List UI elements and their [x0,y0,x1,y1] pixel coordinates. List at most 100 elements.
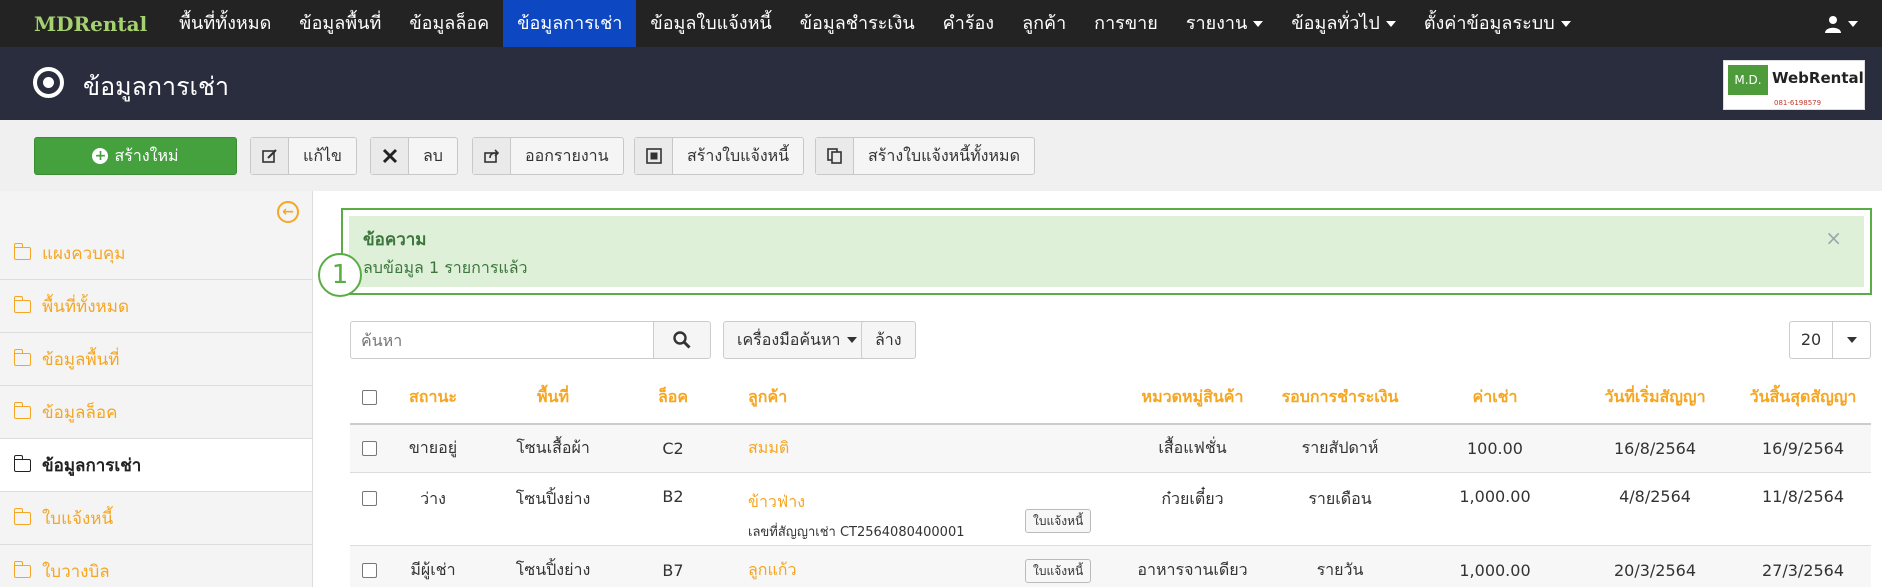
create-button[interactable]: + สร้างใหม่ [34,137,237,175]
cell-start-date: 16/8/2564 [1613,439,1697,458]
folder-icon [13,295,31,313]
cell-rent: 100.00 [1467,439,1523,458]
contract-number: เลขที่สัญญาเช่า CT2564080400001 [748,525,965,540]
header-category[interactable]: หมวดหมู่สินค้า [1120,371,1265,423]
search-input[interactable] [350,321,654,359]
table-row[interactable]: ว่าง โซนปิ้งย่าง B2 ข้าวฟ่าง เลขที่สัญญา… [350,473,1871,546]
cell-payment-cycle: รายสัปดาห์ [1301,438,1379,457]
select-all-checkbox-cell [350,371,388,423]
sidebar-item-area-info[interactable]: ข้อมูลพื้นที่ [0,333,312,386]
nav-item-reports[interactable]: รายงาน [1172,0,1278,47]
folder-icon [13,242,31,260]
cell-customer-link[interactable]: ลูกแก้ว [748,546,948,587]
sidebar-item-label: ใบวางบิล [42,561,110,582]
header-start-date[interactable]: วันที่เริ่มสัญญา [1575,371,1735,423]
nav-item-rental-info[interactable]: ข้อมูลการเช่า [503,0,637,47]
delete-button[interactable]: ลบ [370,137,458,175]
nav-item-invoice-info[interactable]: ข้อมูลใบแจ้งหนี้ [636,0,785,47]
cell-area: โซนปิ้งย่าง [515,489,591,508]
top-navbar: MDRental พื้นที่ทั้งหมด ข้อมูลพื้นที่ ข้… [0,0,1882,47]
caret-down-icon [1848,20,1858,27]
row-checkbox[interactable] [361,441,377,456]
sidebar-item-rental-info[interactable]: ข้อมูลการเช่า [0,439,312,492]
sidebar-item-all-areas[interactable]: พื้นที่ทั้งหมด [0,280,312,333]
export-button-label: ออกรายงาน [525,145,609,165]
header-status[interactable]: สถานะ [388,371,478,423]
sidebar-item-label: พื้นที่ทั้งหมด [42,296,129,317]
folder-icon [13,560,31,578]
search-button[interactable] [653,321,711,359]
page-title: ข้อมูลการเช่า [83,72,230,101]
cell-status: มีผู้เช่า [410,560,456,579]
nav-item-customers[interactable]: ลูกค้า [1008,0,1080,47]
cell-start-date: 4/8/2564 [1619,487,1691,506]
nav-item-system-settings[interactable]: ตั้งค่าข้อมูลระบบ [1410,0,1585,47]
sidebar-item-label: ใบแจ้งหนี้ [42,508,114,529]
sidebar-item-label: ข้อมูลล็อค [42,402,118,423]
nav-item-lock-info[interactable]: ข้อมูลล็อค [395,0,503,47]
nav-item-payment-info[interactable]: ข้อมูลชำระเงิน [786,0,929,47]
search-tools-label: เครื่องมือค้นหา [737,329,841,349]
header-lock: ล็อค [657,386,689,406]
action-toolbar: + สร้างใหม่ แก้ไข ลบ ออกรายงาน สร้างใบแจ… [0,120,1882,191]
edit-button[interactable]: แก้ไข [250,137,357,175]
export-button[interactable]: ออกรายงาน [472,137,624,175]
search-tools-dropdown[interactable]: เครื่องมือค้นหา [723,321,871,359]
copy-icon [816,138,854,174]
nav-item-sales[interactable]: การขาย [1080,0,1172,47]
sidebar-item-label: ข้อมูลการเช่า [42,455,142,476]
invoice-button[interactable]: ใบแจ้งหนี้ [1025,509,1092,533]
edit-button-label: แก้ไข [303,145,342,165]
cell-end-date: 27/3/2564 [1761,561,1845,580]
cell-lock: B7 [662,561,684,580]
folder-icon [13,401,31,419]
nav-item-area-info[interactable]: ข้อมูลพื้นที่ [285,0,395,47]
cell-category: เสื้อแฟชั่น [1158,438,1227,457]
header-customer[interactable]: ลูกค้า [748,371,808,423]
select-all-checkbox[interactable] [361,389,377,405]
cell-category: อาหารจานเดียว [1137,560,1248,579]
row-checkbox-cell [350,425,388,472]
table-row[interactable]: ขายอยู่ โซนเสื้อผ้า C2 สมมติ เสื้อแฟชั่น… [350,425,1871,473]
plus-circle-icon: + [92,148,109,164]
header-payment-cycle[interactable]: รอบการชำระเงิน [1265,371,1415,423]
cell-lock: B2 [662,487,684,506]
row-checkbox[interactable] [361,563,377,578]
clear-button-label: ล้าง [875,329,902,349]
row-checkbox[interactable] [361,491,377,506]
cell-payment-cycle: รายวัน [1316,560,1364,579]
sidebar-item-invoices[interactable]: ใบแจ้งหนี้ [0,492,312,545]
header-rent[interactable]: ค่าเช่า [1425,371,1565,423]
create-all-invoices-button-label: สร้างใบแจ้งหนี้ทั้งหมด [868,145,1020,165]
create-all-invoices-button[interactable]: สร้างใบแจ้งหนี้ทั้งหมด [815,137,1035,175]
close-icon[interactable]: × [1825,226,1842,250]
alert-title: ข้อความ [363,230,427,250]
cell-status: ว่าง [420,489,446,508]
cell-area: โซนเสื้อผ้า [516,438,590,457]
sidebar-item-dashboard[interactable]: แผงควบคุม [0,227,312,280]
nav-item-general-info[interactable]: ข้อมูลทั่วไป [1277,0,1409,47]
cell-category: ก๋วยเตี๋ยว [1161,489,1224,508]
cell-customer-link[interactable]: สมมติ [748,425,948,472]
success-alert: ข้อความ ลบข้อมูล 1 รายการแล้ว × [349,216,1864,287]
row-checkbox-cell [350,546,388,587]
folder-icon [13,454,31,472]
cell-area: โซนปิ้งย่าง [515,560,591,579]
cell-end-date: 11/8/2564 [1761,487,1845,506]
nav-item-requests[interactable]: คำร้อง [929,0,1008,47]
table-row[interactable]: มีผู้เช่า โซนปิ้งย่าง B7 ลูกแก้ว ใบแจ้งห… [350,546,1871,587]
sidebar-item-lock-info[interactable]: ข้อมูลล็อค [0,386,312,439]
sidebar-item-billing[interactable]: ใบวางบิล [0,545,312,587]
header-end-date[interactable]: วันสิ้นสุดสัญญา [1735,371,1871,423]
nav-item-all-areas[interactable]: พื้นที่ทั้งหมด [165,0,285,47]
cell-rent: 1,000.00 [1459,561,1531,580]
cell-customer-link[interactable]: ข้าวฟ่าง [748,490,805,515]
arrow-left-circle-icon[interactable]: ← [277,201,299,223]
clear-button[interactable]: ล้าง [861,321,916,359]
brand-logo[interactable]: MDRental [0,12,165,36]
create-button-label: สร้างใหม่ [114,145,179,165]
invoice-button[interactable]: ใบแจ้งหนี้ [1025,559,1092,583]
page-size-select[interactable]: 20 [1789,321,1871,359]
user-menu[interactable] [1824,0,1858,47]
create-invoice-button[interactable]: สร้างใบแจ้งหนี้ [634,137,805,175]
